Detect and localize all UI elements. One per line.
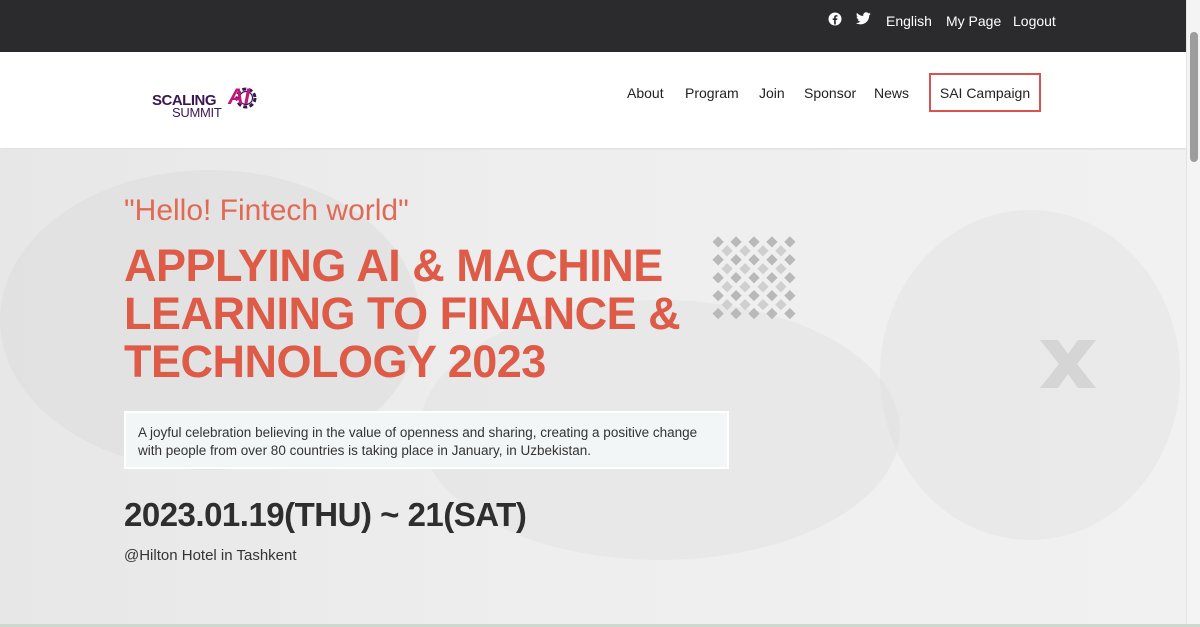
nav-join[interactable]: Join bbox=[759, 85, 785, 101]
site-logo[interactable]: SCALING SUMMIT AI bbox=[152, 82, 264, 120]
description-line: with people from over 80 countries is ta… bbox=[138, 443, 591, 458]
hero-headline: APPLYING AI & MACHINE LEARNING TO FINANC… bbox=[124, 242, 764, 386]
pattern-dot bbox=[766, 307, 778, 320]
event-date: 2023.01.19(THU) ~ 21(SAT) bbox=[124, 496, 527, 533]
pattern-dot bbox=[784, 289, 796, 302]
logo-summit-text: SUMMIT bbox=[172, 105, 222, 120]
pattern-dot bbox=[766, 272, 778, 284]
my-page-link[interactable]: My Page bbox=[946, 13, 1001, 29]
hero-section: "Hello! Fintech world" APPLYING AI & MAC… bbox=[0, 150, 1186, 624]
nav-news[interactable]: News bbox=[874, 85, 909, 101]
nav-program[interactable]: Program bbox=[685, 85, 739, 101]
page-scrollbar[interactable] bbox=[1186, 0, 1200, 624]
logo-ai-text: AI bbox=[228, 84, 250, 109]
nav-about[interactable]: About bbox=[627, 85, 664, 101]
language-link[interactable]: English bbox=[886, 13, 932, 29]
pattern-dot bbox=[784, 307, 796, 320]
logout-link[interactable]: Logout bbox=[1013, 13, 1056, 29]
top-utility-bar: English My Page Logout bbox=[0, 0, 1186, 52]
facebook-icon[interactable] bbox=[828, 12, 842, 31]
main-navbar: SCALING SUMMIT AI About Program Join Spo… bbox=[0, 52, 1186, 149]
hero-description: A joyful celebration believing in the va… bbox=[124, 411, 729, 469]
pattern-dot bbox=[775, 245, 787, 257]
pattern-dot bbox=[775, 263, 787, 275]
pattern-dot bbox=[775, 298, 787, 311]
twitter-icon[interactable] bbox=[856, 12, 871, 30]
scrollbar-thumb[interactable] bbox=[1190, 32, 1198, 162]
headline-line: APPLYING AI & MACHINE bbox=[124, 240, 663, 291]
x-shape-decoration bbox=[1040, 340, 1096, 388]
nav-sponsor[interactable]: Sponsor bbox=[804, 85, 856, 101]
headline-line: LEARNING TO FINANCE & bbox=[124, 288, 681, 339]
pattern-dot bbox=[766, 289, 778, 302]
sai-campaign-button[interactable]: SAI Campaign bbox=[929, 73, 1041, 112]
hero-tagline: "Hello! Fintech world" bbox=[124, 194, 409, 227]
hero-background-blur bbox=[880, 210, 1180, 540]
event-venue: @Hilton Hotel in Tashkent bbox=[124, 547, 297, 564]
description-line: A joyful celebration believing in the va… bbox=[138, 425, 698, 440]
pattern-dot bbox=[784, 236, 796, 248]
pattern-dot bbox=[766, 254, 778, 266]
pattern-dot bbox=[784, 272, 796, 284]
pattern-dot bbox=[784, 254, 796, 266]
pattern-dot bbox=[766, 236, 778, 248]
pattern-dot bbox=[775, 281, 787, 293]
headline-line: TECHNOLOGY 2023 bbox=[124, 336, 546, 387]
